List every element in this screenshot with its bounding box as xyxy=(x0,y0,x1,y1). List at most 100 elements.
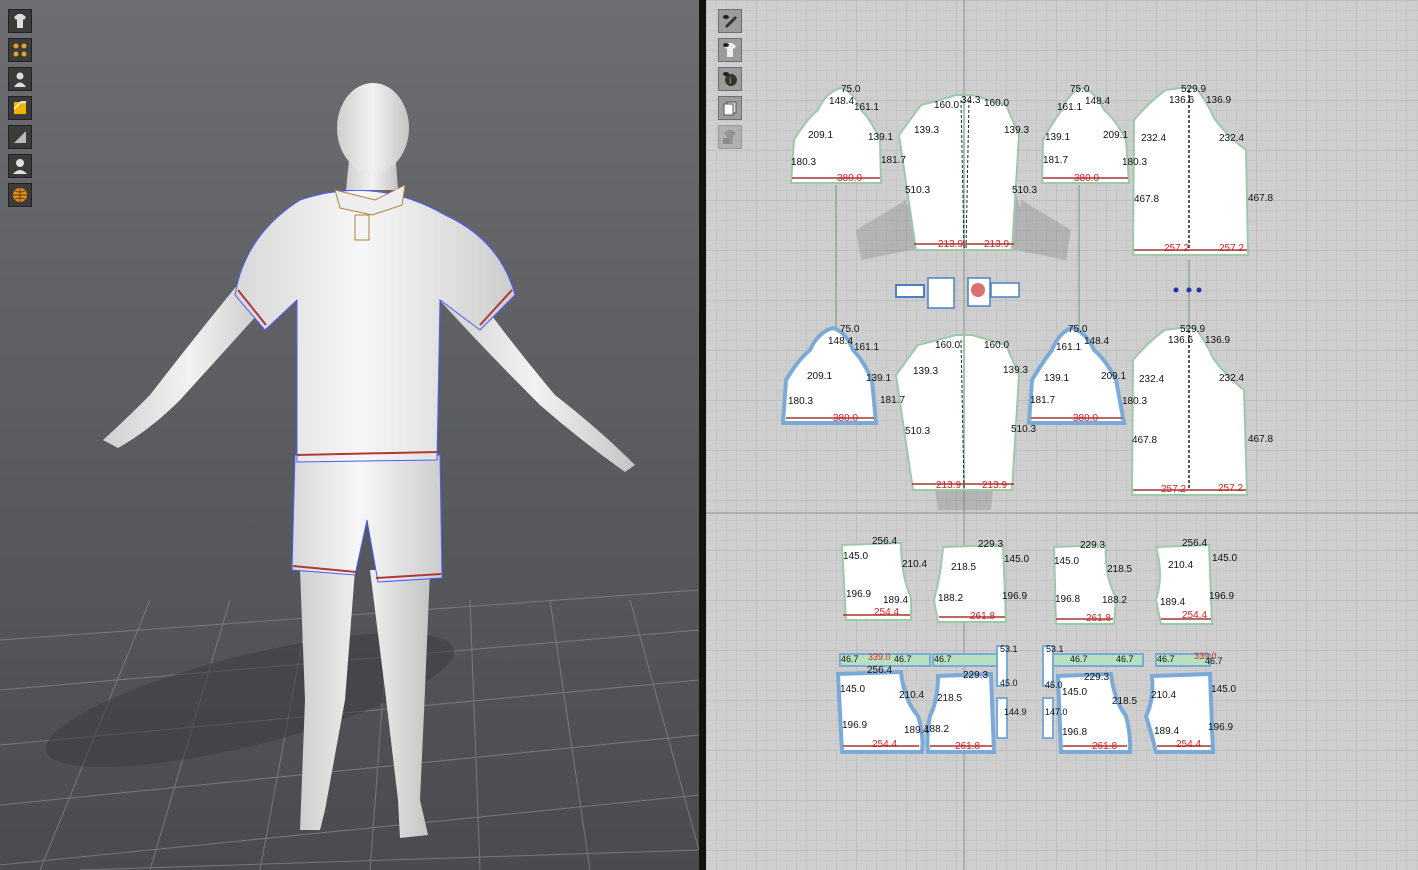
label: 161.1 xyxy=(854,342,879,353)
show-points-button[interactable] xyxy=(8,38,32,62)
label: 254.4 xyxy=(872,739,897,750)
label: 196.9 xyxy=(1208,722,1233,733)
label: 136.6 xyxy=(1169,95,1194,106)
label: 510.3 xyxy=(1011,424,1036,435)
show-garment-icon xyxy=(14,14,26,28)
label: 139.3 xyxy=(1003,365,1028,376)
mesh-icon xyxy=(14,131,26,143)
label: 148.4 xyxy=(1085,96,1110,107)
label: 139.3 xyxy=(913,366,938,377)
label: 139.3 xyxy=(1004,125,1029,136)
label: 213.9 xyxy=(984,239,1009,250)
label: 380.0 xyxy=(1073,413,1098,424)
label: 254.4 xyxy=(874,607,899,618)
label: 529.9 xyxy=(1181,84,1206,95)
label: 213.9 xyxy=(936,480,961,491)
viewport-divider[interactable] xyxy=(699,0,706,870)
label: 232.4 xyxy=(1141,133,1166,144)
label: 180.3 xyxy=(788,396,813,407)
label: 213.9 xyxy=(938,239,963,250)
label: 189.4 xyxy=(1160,597,1185,608)
label: 209.1 xyxy=(1103,130,1128,141)
pencil-eye-button[interactable] xyxy=(718,9,742,33)
label: 196.9 xyxy=(1209,591,1234,602)
label: 139.3 xyxy=(914,125,939,136)
label: 510.3 xyxy=(905,185,930,196)
show-avatar-button[interactable] xyxy=(8,67,32,91)
label: 161.1 xyxy=(854,102,879,113)
label: 213.9 xyxy=(982,480,1007,491)
pages-button[interactable] xyxy=(718,96,742,120)
label: 46.7 xyxy=(841,654,859,664)
shirt-eye-icon xyxy=(723,43,736,57)
label: 257.2 xyxy=(1219,243,1244,254)
label: 161.1 xyxy=(1056,342,1081,353)
3d-toolbar xyxy=(8,9,32,207)
globe-button[interactable] xyxy=(8,183,32,207)
show-garment-button[interactable] xyxy=(8,9,32,33)
texture-button[interactable] xyxy=(8,96,32,120)
head xyxy=(337,83,409,173)
label: 209.1 xyxy=(807,371,832,382)
label: 210.4 xyxy=(1168,560,1193,571)
label: 261.8 xyxy=(970,611,995,622)
collar-pieces xyxy=(895,277,1202,309)
globe-icon xyxy=(13,188,27,202)
label: 45.0 xyxy=(1000,678,1018,688)
label: 229.3 xyxy=(963,670,988,681)
avatar-silhouette-icon xyxy=(13,159,27,174)
lock-shirt-icon xyxy=(723,130,736,144)
label: 196.9 xyxy=(842,720,867,731)
label: 148.4 xyxy=(828,336,853,347)
label: 46.7 xyxy=(1157,654,1175,664)
label: 210.4 xyxy=(899,690,924,701)
label: 139.1 xyxy=(1045,132,1070,143)
label: 380.0 xyxy=(1074,173,1099,184)
label: 261.8 xyxy=(1086,613,1111,624)
label: 147.0 xyxy=(1045,707,1068,717)
label: 160.0 xyxy=(984,98,1009,109)
label: 467.8 xyxy=(1248,193,1273,204)
label: 53.1 xyxy=(1046,644,1064,654)
label: 139.1 xyxy=(866,373,891,384)
label: 188.2 xyxy=(1102,595,1127,606)
label: 256.4 xyxy=(867,665,892,676)
shirt-eye-button[interactable] xyxy=(718,38,742,62)
label: 232.4 xyxy=(1219,133,1244,144)
label: 148.4 xyxy=(1084,336,1109,347)
label: 261.8 xyxy=(1092,741,1117,752)
label: 145.0 xyxy=(840,684,865,695)
avatar-silhouette-button[interactable] xyxy=(8,154,32,178)
3d-scene xyxy=(0,83,699,870)
3d-viewport[interactable] xyxy=(0,0,699,870)
2d-pattern-viewport[interactable]: 75.0 148.4 161.1 209.1 139.1 180.3 181.7… xyxy=(706,0,1418,870)
label: 257.2 xyxy=(1218,483,1243,494)
label: 53.1 xyxy=(1000,644,1018,654)
label: 139.1 xyxy=(868,132,893,143)
show-avatar-icon xyxy=(14,72,26,87)
lock-shirt-button[interactable] xyxy=(718,125,742,149)
label: 46.7 xyxy=(1205,656,1223,666)
label: 139.1 xyxy=(1044,373,1069,384)
label: 145.0 xyxy=(843,551,868,562)
label: 218.5 xyxy=(937,693,962,704)
label: 467.8 xyxy=(1134,194,1159,205)
label: 180.3 xyxy=(791,157,816,168)
mesh-button[interactable] xyxy=(8,125,32,149)
label: 254.4 xyxy=(1176,739,1201,750)
label: 380.0 xyxy=(837,173,862,184)
label: 229.3 xyxy=(978,539,1003,550)
label: 45.0 xyxy=(1045,680,1063,690)
label: 181.7 xyxy=(881,155,906,166)
label: 181.7 xyxy=(880,395,905,406)
front-left-top xyxy=(897,94,1021,251)
show-points-icon xyxy=(13,43,27,57)
info-eye-button[interactable]: i xyxy=(718,67,742,91)
label: 148.4 xyxy=(829,96,854,107)
label: 218.5 xyxy=(1107,564,1132,575)
label: 136.6 xyxy=(1168,335,1193,346)
back-top xyxy=(1131,87,1250,256)
label: 229.3 xyxy=(1084,672,1109,683)
label: 210.4 xyxy=(1151,690,1176,701)
label: 145.0 xyxy=(1211,684,1236,695)
